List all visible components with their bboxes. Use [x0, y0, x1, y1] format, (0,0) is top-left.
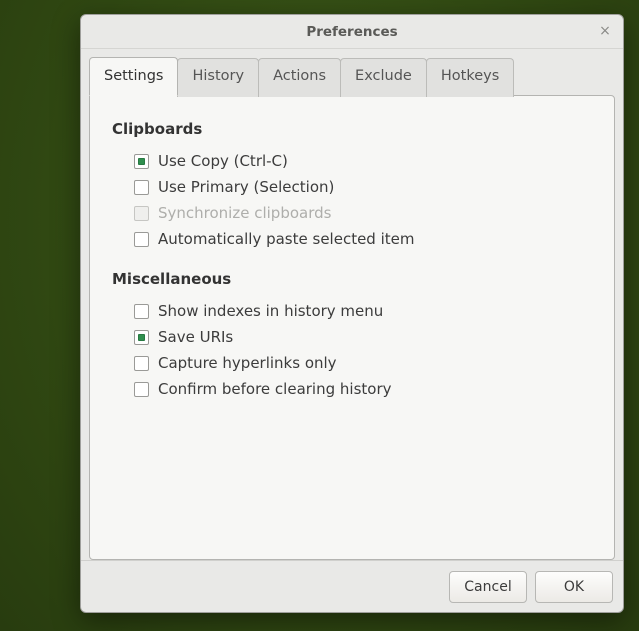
label-show-indexes: Show indexes in history menu: [158, 302, 383, 320]
option-capture-hyperlinks[interactable]: Capture hyperlinks only: [134, 350, 592, 376]
tab-strip: Settings History Actions Exclude Hotkeys: [89, 57, 615, 96]
cancel-button[interactable]: Cancel: [449, 571, 527, 603]
checkbox-auto-paste[interactable]: [134, 232, 149, 247]
section-title-clipboards: Clipboards: [112, 120, 592, 138]
label-capture-hyperlinks: Capture hyperlinks only: [158, 354, 337, 372]
checkbox-capture-hyperlinks[interactable]: [134, 356, 149, 371]
checkbox-show-indexes[interactable]: [134, 304, 149, 319]
notebook: Settings History Actions Exclude Hotkeys…: [89, 57, 615, 560]
preferences-dialog: Preferences × Settings History Actions E…: [80, 14, 624, 613]
label-auto-paste: Automatically paste selected item: [158, 230, 414, 248]
button-bar: Cancel OK: [81, 560, 623, 612]
checkbox-synchronize: [134, 206, 149, 221]
clipboards-options: Use Copy (Ctrl-C) Use Primary (Selection…: [134, 148, 592, 252]
desktop-background: Preferences × Settings History Actions E…: [0, 0, 639, 631]
close-icon[interactable]: ×: [595, 21, 615, 41]
option-use-primary[interactable]: Use Primary (Selection): [134, 174, 592, 200]
titlebar: Preferences ×: [81, 15, 623, 49]
option-confirm-clear[interactable]: Confirm before clearing history: [134, 376, 592, 402]
tab-actions[interactable]: Actions: [258, 58, 341, 97]
section-title-misc: Miscellaneous: [112, 270, 592, 288]
option-use-copy[interactable]: Use Copy (Ctrl-C): [134, 148, 592, 174]
ok-button[interactable]: OK: [535, 571, 613, 603]
misc-options: Show indexes in history menu Save URIs C…: [134, 298, 592, 402]
option-show-indexes[interactable]: Show indexes in history menu: [134, 298, 592, 324]
window-title: Preferences: [306, 24, 397, 40]
tab-page-settings: Clipboards Use Copy (Ctrl-C) Use Primary…: [89, 95, 615, 560]
option-synchronize: Synchronize clipboards: [134, 200, 592, 226]
checkbox-confirm-clear[interactable]: [134, 382, 149, 397]
option-auto-paste[interactable]: Automatically paste selected item: [134, 226, 592, 252]
tab-history[interactable]: History: [177, 58, 259, 97]
tab-hotkeys[interactable]: Hotkeys: [426, 58, 514, 97]
label-synchronize: Synchronize clipboards: [158, 204, 331, 222]
checkbox-use-copy[interactable]: [134, 154, 149, 169]
option-save-uris[interactable]: Save URIs: [134, 324, 592, 350]
label-use-primary: Use Primary (Selection): [158, 178, 334, 196]
tab-exclude[interactable]: Exclude: [340, 58, 427, 97]
label-confirm-clear: Confirm before clearing history: [158, 380, 392, 398]
checkbox-save-uris[interactable]: [134, 330, 149, 345]
label-use-copy: Use Copy (Ctrl-C): [158, 152, 288, 170]
tab-settings[interactable]: Settings: [89, 57, 178, 96]
checkbox-use-primary[interactable]: [134, 180, 149, 195]
label-save-uris: Save URIs: [158, 328, 233, 346]
